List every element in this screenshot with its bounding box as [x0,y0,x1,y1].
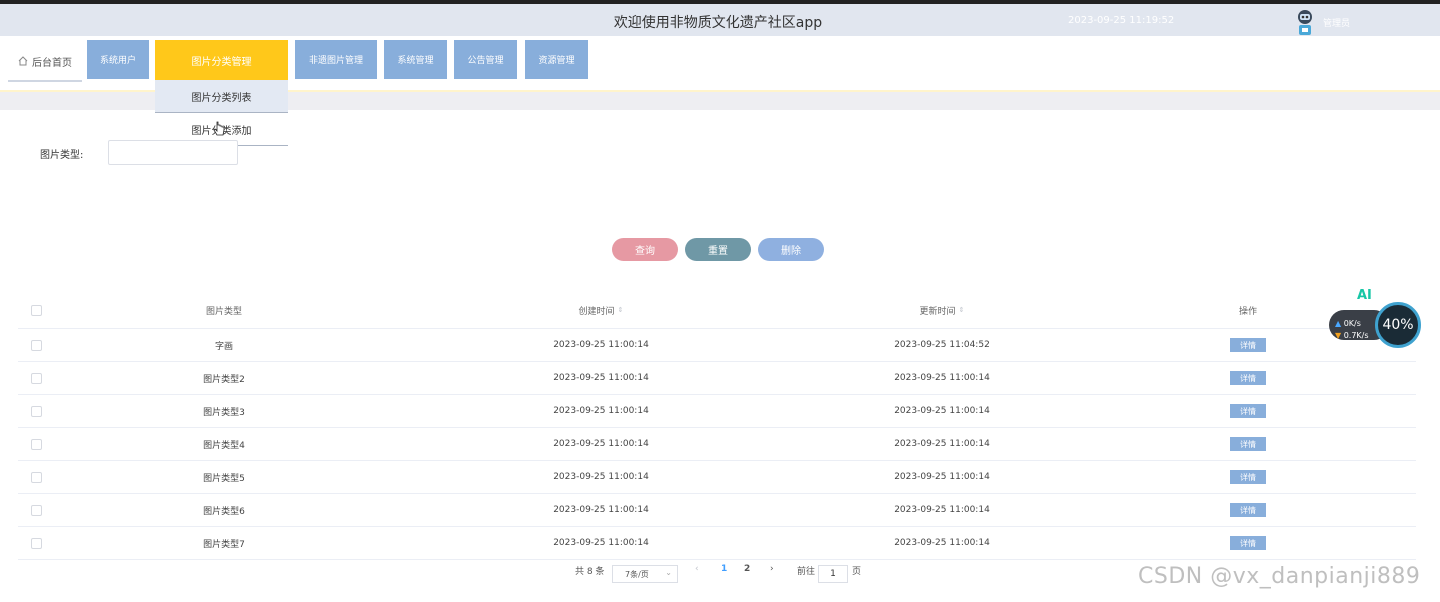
cell-created: 2023-09-25 11:00:14 [553,373,649,383]
goto-suffix: 页 [852,567,862,577]
row-checkbox[interactable] [28,428,44,460]
category-table: 图片类型 创建时间 ⇕ 更新时间 ⇕ 操作 字画 2023-09-25 11:00… [18,292,1416,560]
cell-updated: 2023-09-25 11:04:52 [894,340,990,350]
nav-home-label: 后台首页 [32,57,72,69]
header-image-type: 图片类型 [205,306,242,317]
cell-updated: 2023-09-25 11:00:14 [894,538,990,548]
next-page-button[interactable]: › [770,564,774,574]
detail-button[interactable]: 详情 [1230,404,1266,418]
page-size-value: 7条/页 [625,569,649,579]
cell-updated: 2023-09-25 11:00:14 [894,439,990,449]
cell-updated: 2023-09-25 11:00:14 [894,505,990,515]
header: 欢迎使用非物质文化遗产社区app 2023-09-25 11:19:52 管理员 [0,4,1440,36]
table-header-row: 图片类型 创建时间 ⇕ 更新时间 ⇕ 操作 [18,292,1416,329]
header-updated[interactable]: 更新时间 ⇕ [792,292,1092,328]
detail-button[interactable]: 详情 [1230,470,1266,484]
cell-op: 详情 [1198,527,1298,559]
cell-op: 详情 [1198,362,1298,394]
table-row: 图片类型4 2023-09-25 11:00:14 2023-09-25 11:00… [18,428,1416,461]
menu-item-category-list[interactable]: 图片分类列表 [155,80,288,113]
cell-created: 2023-09-25 11:00:14 [553,340,649,350]
cell-image-type: 图片类型4 [203,440,245,451]
table-row: 图片类型2 2023-09-25 11:00:14 2023-09-25 11:00… [18,362,1416,395]
cell-updated: 2023-09-25 11:00:14 [894,472,990,482]
watermark: CSDN @vx_danpianji889 [1138,564,1421,589]
cell-image-type: 图片类型7 [203,539,245,550]
cell-image-type: 图片类型3 [203,407,245,418]
detail-button[interactable]: 详情 [1230,536,1266,550]
datetime: 2023-09-25 11:19:52 [1068,15,1175,26]
total-count: 共 8 条 [575,567,605,577]
detail-button[interactable]: 详情 [1230,503,1266,517]
header-created-label: 创建时间 [578,306,615,317]
row-checkbox[interactable] [28,395,44,427]
header-op: 操作 [1238,306,1257,317]
home-icon [18,56,28,66]
filter-label: 图片类型: [40,150,84,161]
robot-avatar-icon[interactable] [1294,8,1316,38]
chevron-down-icon: ⌄ [665,568,672,577]
row-checkbox[interactable] [28,329,44,361]
cell-op: 详情 [1198,395,1298,427]
goto-label: 前往 [797,567,816,577]
row-checkbox[interactable] [28,461,44,493]
page-1[interactable]: 1 [721,564,727,574]
nav-item-image-category[interactable]: 图片分类管理 [155,40,288,80]
cell-op: 详情 [1198,329,1298,361]
nav-home[interactable]: 后台首页 [8,42,82,82]
cell-op: 详情 [1198,428,1298,460]
select-all-checkbox[interactable] [28,292,44,328]
header-updated-label: 更新时间 [919,306,956,317]
row-checkbox[interactable] [28,527,44,559]
table-row: 图片类型6 2023-09-25 11:00:14 2023-09-25 11:00… [18,494,1416,527]
cell-op: 详情 [1198,494,1298,526]
nav-item-system-manage[interactable]: 系统管理 [384,40,447,79]
prev-page-button[interactable]: ‹ [695,564,699,574]
detail-button[interactable]: 详情 [1230,338,1266,352]
app-title: 欢迎使用非物质文化遗产社区app [613,15,823,31]
nav-item-heritage-images[interactable]: 非遗图片管理 [295,40,377,79]
search-button[interactable]: 查询 [612,238,678,261]
table-row: 图片类型5 2023-09-25 11:00:14 2023-09-25 11:00… [18,461,1416,494]
detail-button[interactable]: 详情 [1230,437,1266,451]
cell-updated: 2023-09-25 11:00:14 [894,406,990,416]
cell-image-type: 图片类型6 [203,506,245,517]
sort-icon[interactable]: ⇕ [618,306,624,314]
ai-badge[interactable]: AI [1357,288,1372,303]
page-size-select[interactable]: 7条/页 ⌄ [612,565,678,583]
cell-updated: 2023-09-25 11:00:14 [894,373,990,383]
nav-item-system-users[interactable]: 系统用户 [87,40,149,79]
cell-image-type: 图片类型2 [203,374,245,385]
reset-button[interactable]: 重置 [685,238,751,261]
cell-created: 2023-09-25 11:00:14 [553,538,649,548]
nav-item-notice-manage[interactable]: 公告管理 [454,40,517,79]
page-2[interactable]: 2 [744,564,750,574]
cell-op: 详情 [1198,461,1298,493]
admin-user[interactable]: 管理员 [1323,16,1350,29]
cell-created: 2023-09-25 11:00:14 [553,472,649,482]
table-row: 字画 2023-09-25 11:00:14 2023-09-25 11:04:52… [18,329,1416,362]
table-row: 图片类型7 2023-09-25 11:00:14 2023-09-25 11:00… [18,527,1416,560]
delete-button[interactable]: 删除 [758,238,824,261]
memory-percent: 40% [1375,302,1421,348]
cell-created: 2023-09-25 11:00:14 [553,406,649,416]
upload-speed: ▲ 0K/s [1335,319,1361,328]
cell-created: 2023-09-25 11:00:14 [553,439,649,449]
cell-image-type: 字画 [214,341,233,352]
network-speed-widget[interactable]: ▲ 0K/s ▼ 0.7K/s 40% [1329,302,1421,348]
table-row: 图片类型3 2023-09-25 11:00:14 2023-09-25 11:00… [18,395,1416,428]
image-type-input[interactable] [108,140,238,165]
download-speed: ▼ 0.7K/s [1335,331,1369,340]
nav-item-resource-manage[interactable]: 资源管理 [525,40,588,79]
row-checkbox[interactable] [28,362,44,394]
row-checkbox[interactable] [28,494,44,526]
goto-page-input[interactable]: 1 [818,565,848,583]
hand-cursor-icon [213,121,225,136]
detail-button[interactable]: 详情 [1230,371,1266,385]
cell-created: 2023-09-25 11:00:14 [553,505,649,515]
cell-image-type: 图片类型5 [203,473,245,484]
header-created[interactable]: 创建时间 ⇕ [451,292,751,328]
sort-icon[interactable]: ⇕ [959,306,965,314]
